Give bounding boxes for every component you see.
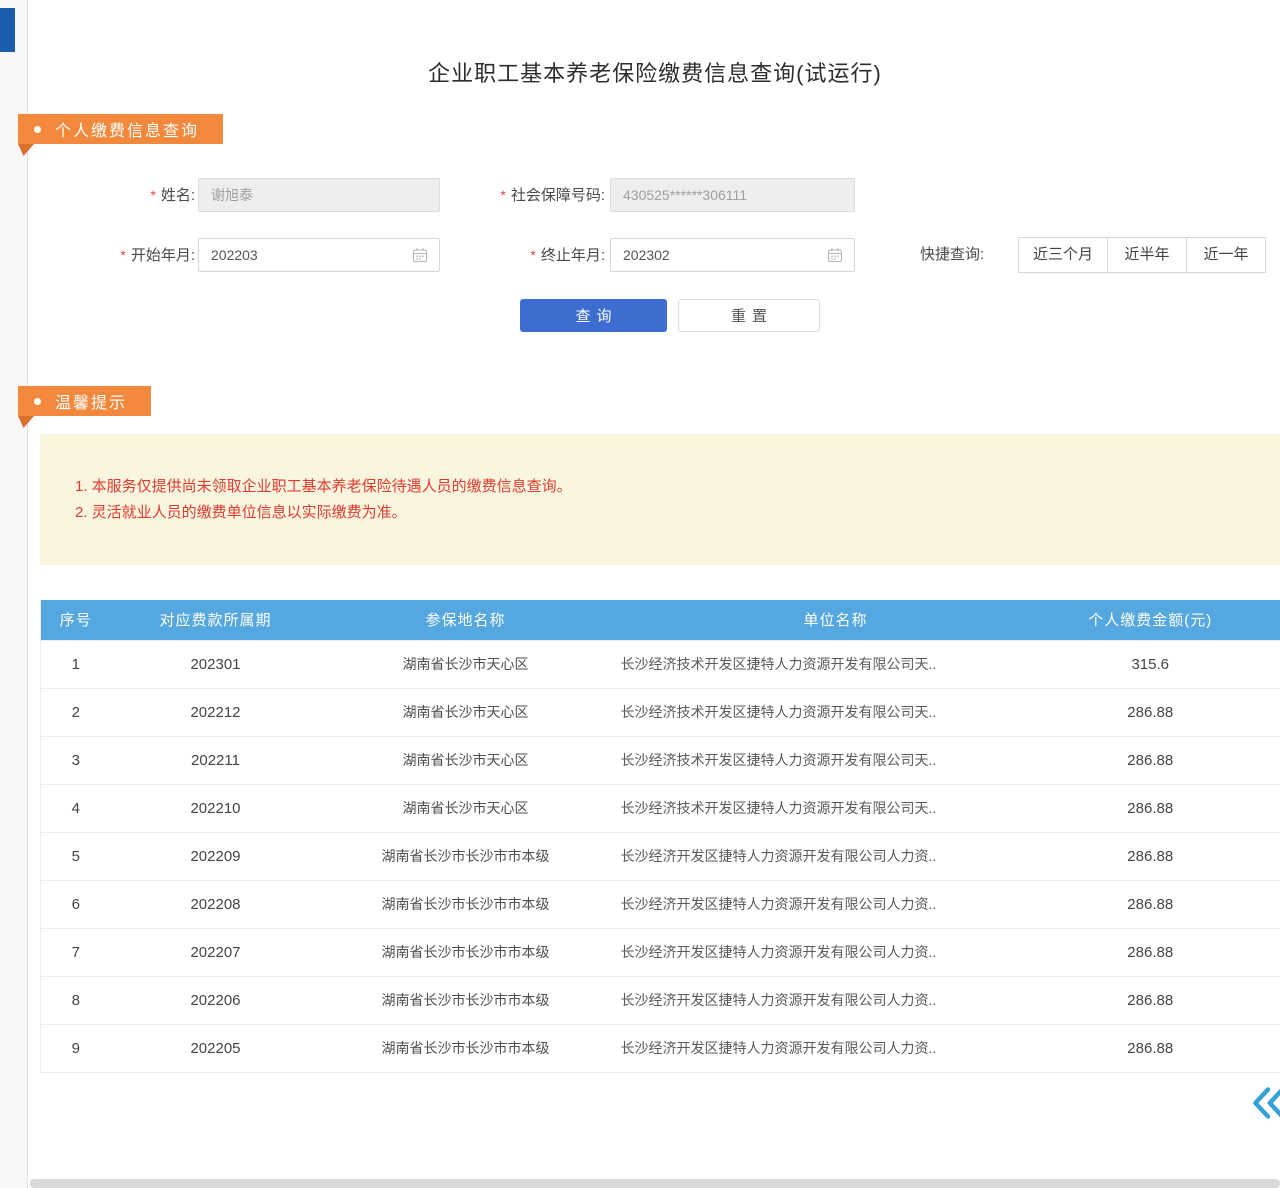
table-cell: 湖南省长沙市长沙市市本级 <box>321 880 611 928</box>
table-cell: 长沙经济技术开发区捷特人力资源开发有限公司天.. <box>611 736 1061 784</box>
quick-3-months-button[interactable]: 近三个月 <box>1018 237 1108 273</box>
col-header-amount: 个人缴费金额(元) <box>1061 600 1280 640</box>
table-cell: 长沙经济技术开发区捷特人力资源开发有限公司天.. <box>611 688 1061 736</box>
table-row: 7202207湖南省长沙市长沙市市本级长沙经济开发区捷特人力资源开发有限公司人力… <box>41 928 1280 976</box>
table-cell: 湖南省长沙市长沙市市本级 <box>321 832 611 880</box>
ssn-label: *社会保障号码: <box>440 178 605 212</box>
required-mark: * <box>150 187 155 203</box>
required-mark: * <box>530 247 535 263</box>
bullet-icon <box>34 126 41 133</box>
end-month-label: *终止年月: <box>495 238 605 272</box>
table-cell: 286.88 <box>1061 832 1280 880</box>
table-cell: 湖南省长沙市长沙市市本级 <box>321 1024 611 1072</box>
table-cell: 长沙经济技术开发区捷特人力资源开发有限公司天.. <box>611 784 1061 832</box>
required-mark: * <box>500 187 505 203</box>
table-cell: 5 <box>41 832 111 880</box>
query-button[interactable]: 查询 <box>520 299 667 332</box>
table-cell: 286.88 <box>1061 928 1280 976</box>
table-cell: 3 <box>41 736 111 784</box>
table-cell: 湖南省长沙市天心区 <box>321 784 611 832</box>
col-header-index: 序号 <box>41 600 111 640</box>
results-table-body: 1202301湖南省长沙市天心区长沙经济技术开发区捷特人力资源开发有限公司天..… <box>41 640 1280 1072</box>
table-cell: 202207 <box>111 928 321 976</box>
section-header-tips: 温馨提示 <box>18 386 151 416</box>
double-chevron-left-icon[interactable] <box>1250 1085 1280 1121</box>
table-cell: 1 <box>41 640 111 688</box>
ssn-field[interactable] <box>610 178 855 212</box>
section-title: 温馨提示 <box>55 389 127 413</box>
results-table-header: 序号 对应费款所属期 参保地名称 单位名称 个人缴费金额(元) <box>41 600 1280 640</box>
page-title: 企业职工基本养老保险缴费信息查询(试运行) <box>30 56 1280 88</box>
table-cell: 202211 <box>111 736 321 784</box>
required-mark: * <box>120 247 125 263</box>
col-header-period: 对应费款所属期 <box>111 600 321 640</box>
tips-notice-box: 1. 本服务仅提供尚未领取企业职工基本养老保险待遇人员的缴费信息查询。 2. 灵… <box>40 434 1280 565</box>
col-header-company: 单位名称 <box>611 600 1061 640</box>
table-cell: 湖南省长沙市天心区 <box>321 736 611 784</box>
horizontal-scrollbar[interactable] <box>30 1179 1280 1188</box>
table-cell: 286.88 <box>1061 1024 1280 1072</box>
table-cell: 202212 <box>111 688 321 736</box>
calendar-icon[interactable] <box>412 247 428 263</box>
quick-half-year-button[interactable]: 近半年 <box>1107 237 1187 273</box>
table-cell: 202205 <box>111 1024 321 1072</box>
table-cell: 长沙经济技术开发区捷特人力资源开发有限公司天.. <box>611 640 1061 688</box>
table-row: 2202212湖南省长沙市天心区长沙经济技术开发区捷特人力资源开发有限公司天..… <box>41 688 1280 736</box>
table-cell: 湖南省长沙市长沙市市本级 <box>321 976 611 1024</box>
table-row: 1202301湖南省长沙市天心区长沙经济技术开发区捷特人力资源开发有限公司天..… <box>41 640 1280 688</box>
end-month-field[interactable] <box>610 238 855 272</box>
table-row: 6202208湖南省长沙市长沙市市本级长沙经济开发区捷特人力资源开发有限公司人力… <box>41 880 1280 928</box>
name-field[interactable] <box>198 178 440 212</box>
table-cell: 长沙经济开发区捷特人力资源开发有限公司人力资.. <box>611 1024 1061 1072</box>
table-row: 4202210湖南省长沙市天心区长沙经济技术开发区捷特人力资源开发有限公司天..… <box>41 784 1280 832</box>
left-rail <box>0 0 28 1188</box>
table-cell: 202206 <box>111 976 321 1024</box>
table-cell: 7 <box>41 928 111 976</box>
table-cell: 202209 <box>111 832 321 880</box>
table-cell: 9 <box>41 1024 111 1072</box>
table-cell: 6 <box>41 880 111 928</box>
tip-line: 1. 本服务仅提供尚未领取企业职工基本养老保险待遇人员的缴费信息查询。 <box>75 474 1250 500</box>
table-cell: 长沙经济开发区捷特人力资源开发有限公司人力资.. <box>611 976 1061 1024</box>
table-cell: 286.88 <box>1061 736 1280 784</box>
table-cell: 湖南省长沙市天心区 <box>321 640 611 688</box>
table-row: 9202205湖南省长沙市长沙市市本级长沙经济开发区捷特人力资源开发有限公司人力… <box>41 1024 1280 1072</box>
table-row: 5202209湖南省长沙市长沙市市本级长沙经济开发区捷特人力资源开发有限公司人力… <box>41 832 1280 880</box>
table-cell: 286.88 <box>1061 688 1280 736</box>
results-table: 序号 对应费款所属期 参保地名称 单位名称 个人缴费金额(元) 1202301湖… <box>40 600 1280 1073</box>
section-header-personal-payment-query: 个人缴费信息查询 <box>18 114 223 144</box>
reset-button[interactable]: 重置 <box>678 299 820 332</box>
table-cell: 202301 <box>111 640 321 688</box>
table-cell: 8 <box>41 976 111 1024</box>
calendar-icon[interactable] <box>827 247 843 263</box>
table-cell: 长沙经济开发区捷特人力资源开发有限公司人力资.. <box>611 832 1061 880</box>
table-cell: 286.88 <box>1061 784 1280 832</box>
table-cell: 长沙经济开发区捷特人力资源开发有限公司人力资.. <box>611 880 1061 928</box>
pension-query-page: 企业职工基本养老保险缴费信息查询(试运行) 个人缴费信息查询 *姓名: *社会保… <box>0 0 1280 1188</box>
table-cell: 湖南省长沙市天心区 <box>321 688 611 736</box>
name-label: *姓名: <box>90 178 195 212</box>
table-cell: 湖南省长沙市长沙市市本级 <box>321 928 611 976</box>
table-cell: 202208 <box>111 880 321 928</box>
table-row: 8202206湖南省长沙市长沙市市本级长沙经济开发区捷特人力资源开发有限公司人力… <box>41 976 1280 1024</box>
quick-query-label: 快捷查询: <box>920 238 1012 272</box>
table-row: 3202211湖南省长沙市天心区长沙经济技术开发区捷特人力资源开发有限公司天..… <box>41 736 1280 784</box>
table-cell: 202210 <box>111 784 321 832</box>
start-month-label: *开始年月: <box>85 238 195 272</box>
tip-line: 2. 灵活就业人员的缴费单位信息以实际缴费为准。 <box>75 500 1250 526</box>
section-title: 个人缴费信息查询 <box>55 117 199 141</box>
start-month-field[interactable] <box>198 238 440 272</box>
sidebar-corner-block <box>0 8 15 52</box>
table-cell: 4 <box>41 784 111 832</box>
table-cell: 286.88 <box>1061 976 1280 1024</box>
table-cell: 315.6 <box>1061 640 1280 688</box>
quick-query-group: 近三个月 近半年 近一年 <box>1018 237 1266 273</box>
table-cell: 286.88 <box>1061 880 1280 928</box>
table-cell: 2 <box>41 688 111 736</box>
quick-one-year-button[interactable]: 近一年 <box>1186 237 1266 273</box>
table-cell: 长沙经济开发区捷特人力资源开发有限公司人力资.. <box>611 928 1061 976</box>
col-header-insured-place: 参保地名称 <box>321 600 611 640</box>
bullet-icon <box>34 398 41 405</box>
